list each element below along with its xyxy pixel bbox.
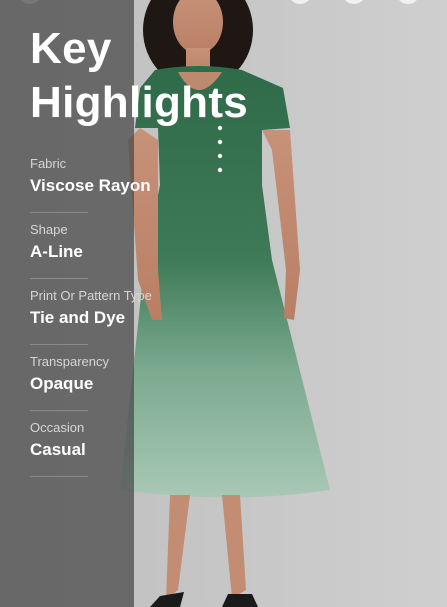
spec-transparency: Transparency Opaque <box>30 348 144 414</box>
spec-list: Fabric Viscose Rayon Shape A-Line Print … <box>30 150 152 480</box>
spec-label: Transparency <box>30 354 109 369</box>
spec-label: Occasion <box>30 420 85 435</box>
indicator-dot[interactable] <box>288 0 312 4</box>
spec-value: Opaque <box>30 374 94 393</box>
spec-value: Viscose Rayon <box>30 176 151 195</box>
spec-label: Print Or Pattern Type <box>30 288 152 303</box>
spec-value: Casual <box>30 440 86 459</box>
indicator-dot[interactable] <box>396 0 420 4</box>
divider <box>30 212 88 213</box>
spec-print-pattern: Print Or Pattern Type Tie and Dye <box>30 282 152 348</box>
divider <box>30 410 88 411</box>
divider <box>30 344 88 345</box>
divider <box>30 278 88 279</box>
indicator-dot[interactable] <box>342 0 366 4</box>
spec-value: Tie and Dye <box>30 308 126 327</box>
spec-occasion: Occasion Casual <box>30 414 144 480</box>
divider <box>30 476 88 477</box>
spec-shape: Shape A-Line <box>30 216 144 282</box>
spec-label: Fabric <box>30 156 67 171</box>
highlights-title: Key Highlights <box>30 24 249 127</box>
spec-value: A-Line <box>30 242 83 261</box>
spec-label: Shape <box>30 222 68 237</box>
spec-fabric: Fabric Viscose Rayon <box>30 150 151 216</box>
